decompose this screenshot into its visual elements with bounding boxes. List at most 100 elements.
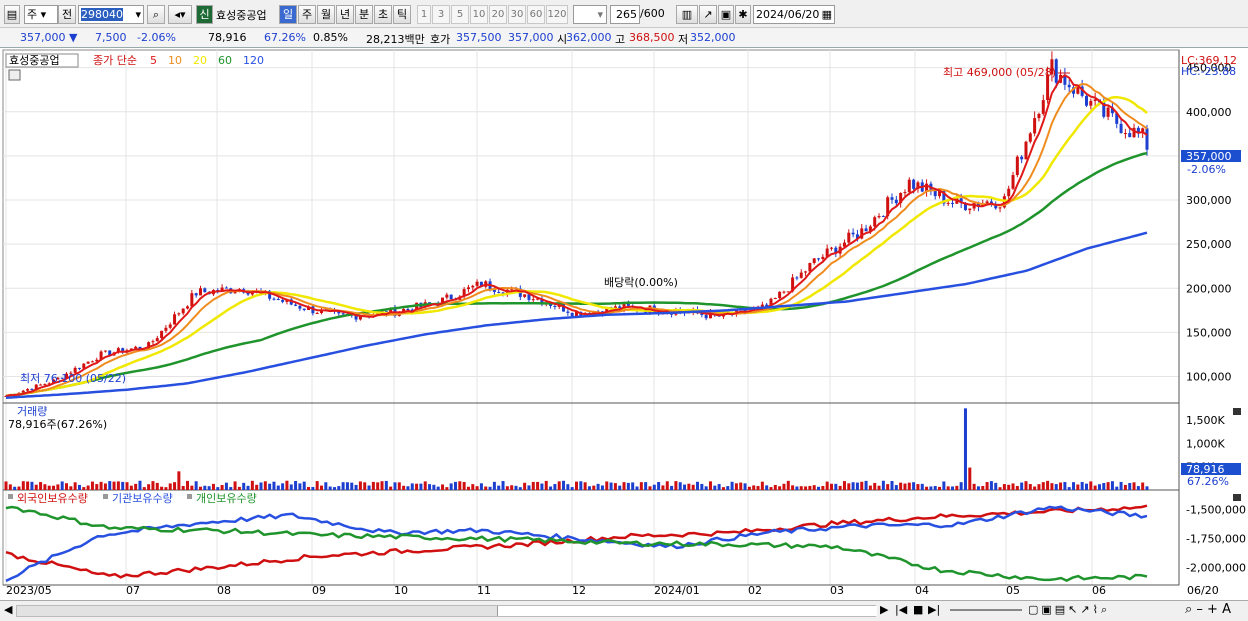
collapse-icon[interactable] xyxy=(1233,408,1241,415)
volume-bar xyxy=(1015,485,1019,490)
tool-icons[interactable]: ▢▣▤↖↗⌇⌕ xyxy=(1028,603,1110,617)
candle xyxy=(466,287,470,290)
volume-bar xyxy=(514,485,518,490)
ma-legend-20: 20 xyxy=(193,54,207,67)
x-tick-label: 09 xyxy=(312,584,326,597)
volume-bar xyxy=(384,480,388,490)
volume-bar xyxy=(959,482,963,490)
holding-legend-label: 개인보유수량 xyxy=(196,492,257,505)
last-icon[interactable]: ▶| xyxy=(928,603,940,616)
speaker-icon[interactable]: ◂▾ xyxy=(168,5,192,24)
volume-bar xyxy=(151,481,155,490)
y-tick-label: 250,000 xyxy=(1186,238,1232,251)
save-icon[interactable]: ▣ xyxy=(718,5,734,24)
collapse-icon[interactable] xyxy=(1233,494,1241,501)
candle xyxy=(186,306,190,309)
candle xyxy=(1024,141,1028,160)
volume-bar xyxy=(963,408,967,490)
market-select[interactable]: 주 ▾ xyxy=(24,5,58,24)
chart-area[interactable]: 450,000400,000350,000300,000250,000200,0… xyxy=(0,48,1248,600)
tool-icon[interactable]: ↗ xyxy=(699,5,717,24)
volume-bar xyxy=(691,484,695,490)
interval-button[interactable]: 120 xyxy=(546,5,568,24)
volume-bar xyxy=(190,485,194,490)
volume-bar xyxy=(410,483,414,490)
interval-button[interactable]: 30 xyxy=(508,5,526,24)
interval-button[interactable]: 60 xyxy=(527,5,545,24)
scroll-thumb[interactable] xyxy=(497,606,877,616)
candle xyxy=(190,293,194,307)
zoom-slider[interactable] xyxy=(950,609,1022,611)
low-label: 저 xyxy=(678,33,689,46)
volume-bar xyxy=(795,486,799,490)
interval-button[interactable]: 5 xyxy=(451,5,469,24)
layout-icon[interactable]: ▤ xyxy=(4,5,20,24)
interval-button[interactable]: 20 xyxy=(489,5,507,24)
count-input[interactable]: 265 xyxy=(610,5,640,24)
prev-button[interactable]: 전 xyxy=(58,5,76,24)
volume-bar xyxy=(1063,482,1067,490)
volume-bar xyxy=(43,484,47,490)
candle xyxy=(497,291,501,293)
period-button[interactable]: 년 xyxy=(336,5,354,24)
stop-icon[interactable]: ■ xyxy=(913,603,923,616)
scroll-right-icon[interactable]: ▶ xyxy=(880,603,888,616)
candle-icon[interactable]: ▥ xyxy=(676,5,698,24)
volume-bar xyxy=(69,486,73,490)
volume-bar xyxy=(4,481,8,490)
interval-button[interactable]: 10 xyxy=(470,5,488,24)
x-tick-label: 2024/01 xyxy=(654,584,700,597)
volume-bar xyxy=(1011,483,1015,490)
x-tick-label: 02 xyxy=(748,584,762,597)
volume-bar xyxy=(518,487,522,490)
hoga-bid: 357,000 xyxy=(508,31,554,44)
x-tick-label: 04 xyxy=(915,584,929,597)
turnover: 0.85% xyxy=(313,31,348,44)
volume-bar xyxy=(307,486,311,490)
calendar-icon[interactable]: ▦ xyxy=(822,6,832,23)
interval-select[interactable]: ▾ xyxy=(573,5,607,24)
candle xyxy=(1067,84,1071,88)
legend-stock-name: 효성중공업 xyxy=(9,54,60,67)
volume-bar xyxy=(272,481,276,490)
volume-bar xyxy=(246,485,250,490)
search-icon[interactable]: ⌕ xyxy=(147,5,165,24)
volume-bar xyxy=(237,486,241,490)
volume-bar xyxy=(821,485,825,490)
grid-icon[interactable] xyxy=(8,69,21,81)
zoom-icons[interactable]: ⌕ – + A xyxy=(1185,602,1231,617)
period-button[interactable]: 주 xyxy=(298,5,316,24)
volume-bar xyxy=(129,485,133,490)
period-button[interactable]: 초 xyxy=(374,5,392,24)
volume-bar xyxy=(220,484,224,490)
scrollbar[interactable] xyxy=(16,605,877,617)
period-button[interactable]: 분 xyxy=(355,5,373,24)
period-button[interactable]: 일 xyxy=(279,5,297,24)
volume-bar xyxy=(808,485,812,490)
max-label: 최고 469,000 (05/28) xyxy=(943,66,1056,79)
scroll-left-icon[interactable]: ◀ xyxy=(4,603,12,616)
volume-bar xyxy=(363,482,367,490)
volume-bar xyxy=(177,471,181,490)
candle xyxy=(406,308,410,310)
volume-bar xyxy=(942,481,946,490)
volume-bar xyxy=(868,485,872,490)
volume-title: 거래량 xyxy=(17,405,47,418)
first-icon[interactable]: |◀ xyxy=(895,603,907,616)
candle xyxy=(881,216,885,218)
interval-button[interactable]: 1 xyxy=(417,5,431,24)
volume-bar xyxy=(397,482,401,490)
volume-bar xyxy=(250,480,254,490)
volume-bar xyxy=(579,481,583,490)
candle xyxy=(553,305,557,307)
gear-icon[interactable]: ✱ xyxy=(735,5,751,24)
volume-bar xyxy=(302,481,306,490)
code-input[interactable]: 298040 ▾ xyxy=(78,5,144,24)
candle xyxy=(523,294,527,297)
interval-button[interactable]: 3 xyxy=(432,5,450,24)
candle xyxy=(26,389,30,391)
period-button[interactable]: 틱 xyxy=(393,5,411,24)
volume-bar xyxy=(216,487,220,490)
date-input[interactable]: 2024/06/20 ▦ xyxy=(753,5,835,24)
period-button[interactable]: 월 xyxy=(317,5,335,24)
